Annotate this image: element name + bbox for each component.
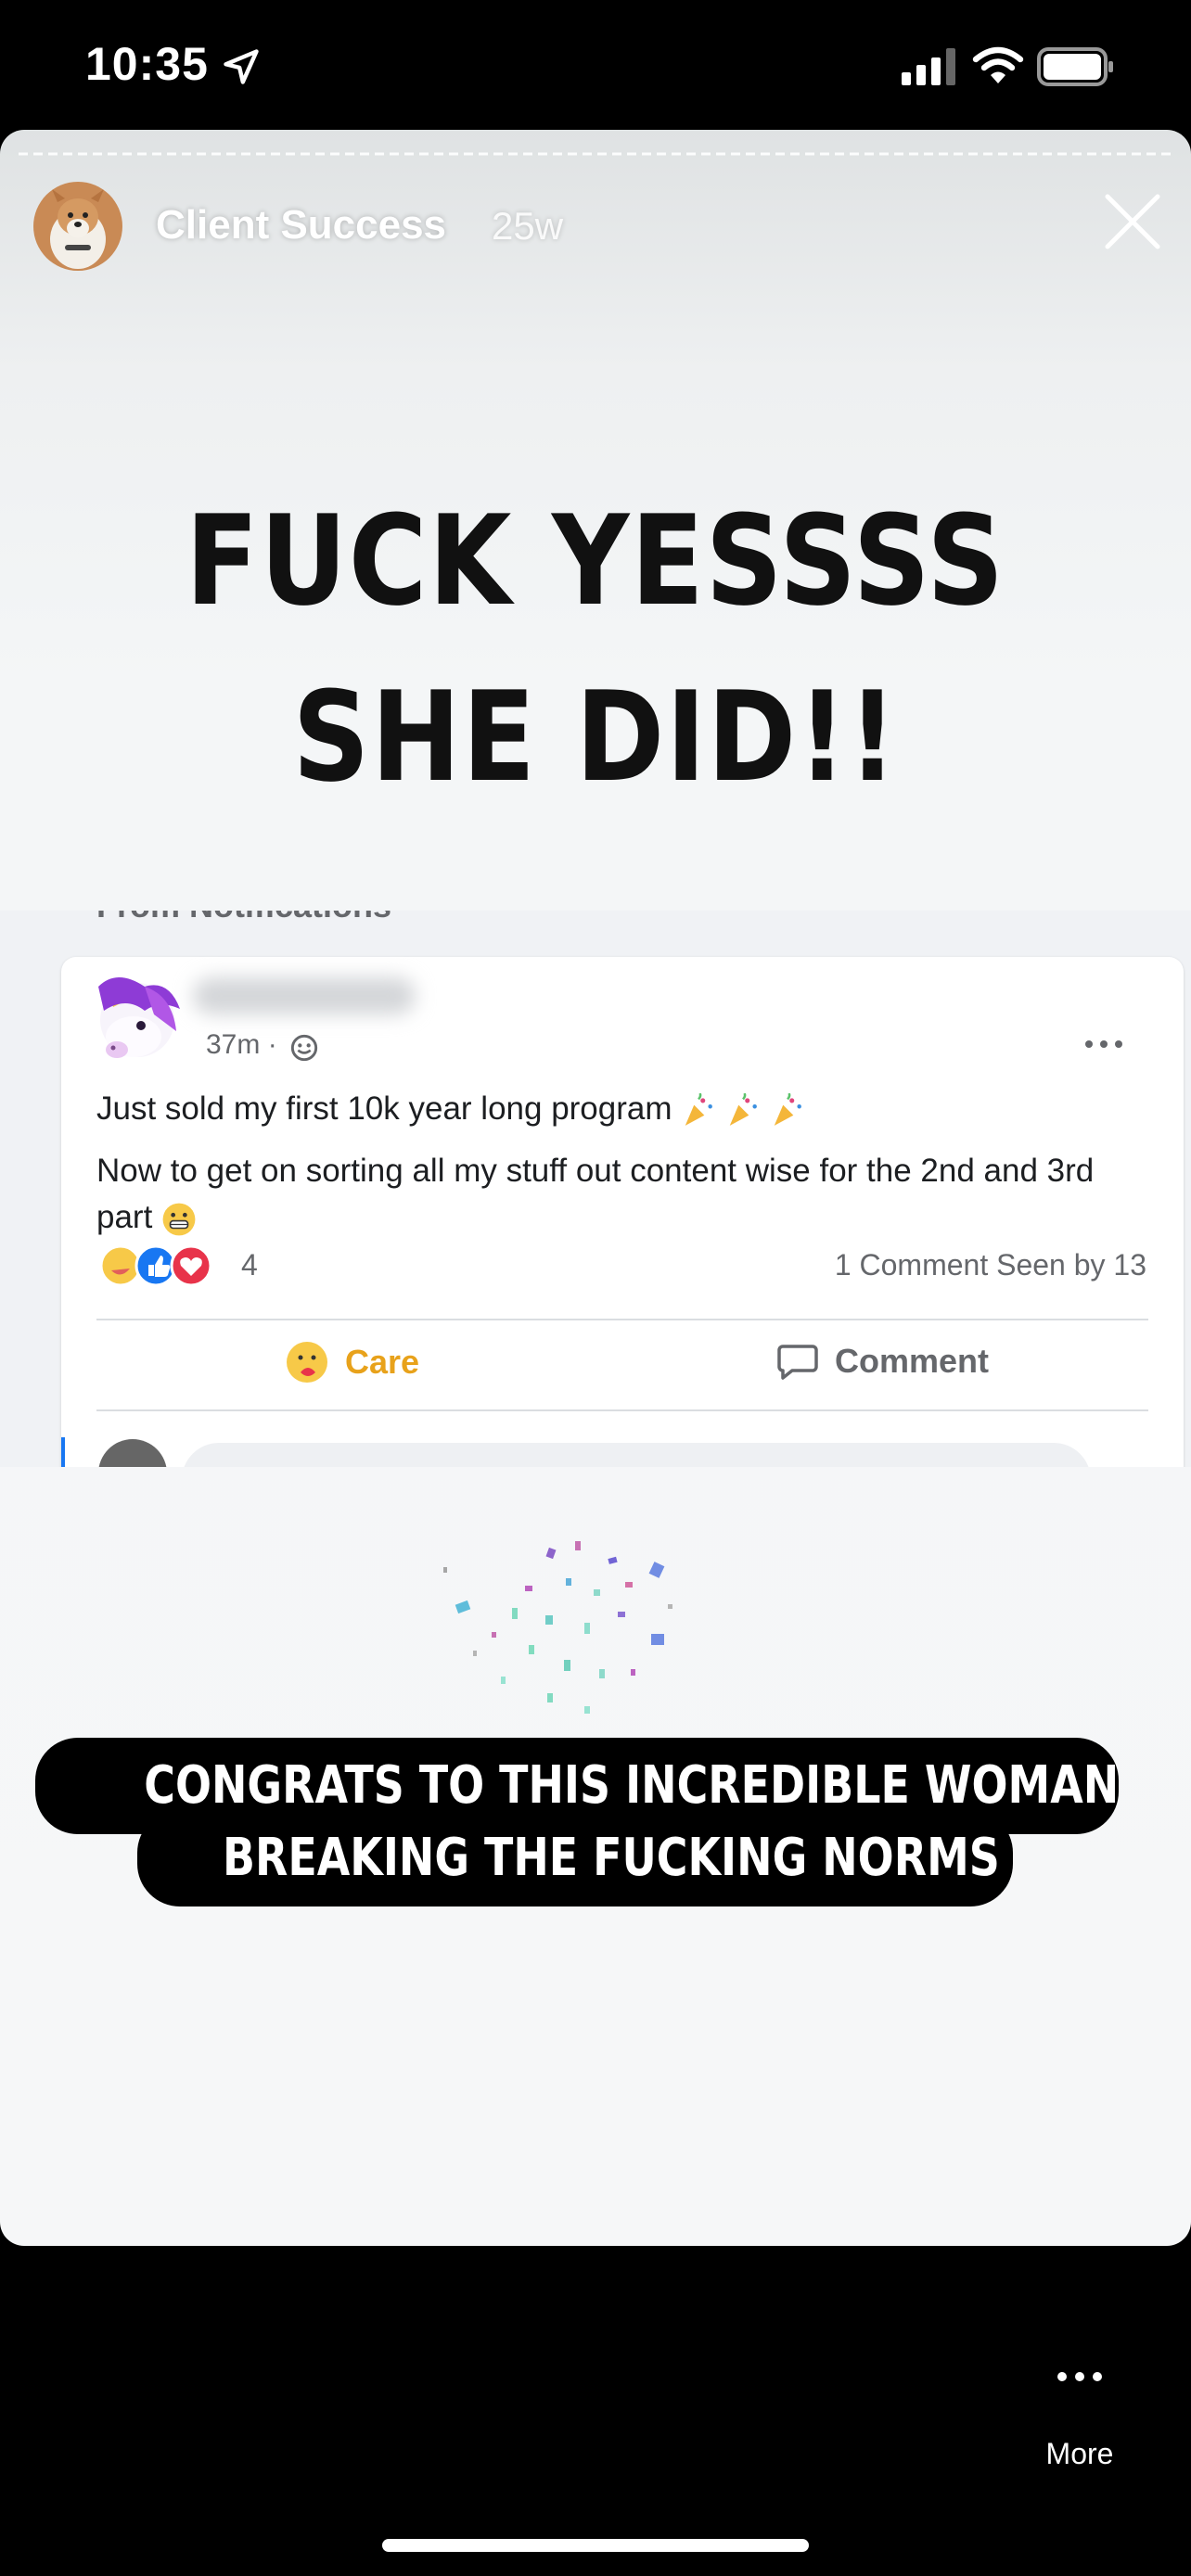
headline-line-2: SHE DID!! [292, 665, 899, 810]
cellular-signal-icon [902, 48, 955, 85]
story-headline: FUCK YESSSS SHE DID!! [83, 473, 1108, 825]
post-text-line-2: Now to get on sorting all my stuff out c… [96, 1148, 1154, 1241]
post-time: 37m · [206, 1029, 277, 1060]
care-icon [287, 1342, 327, 1383]
comment-icon [777, 1345, 818, 1380]
story-username[interactable]: Client Success [156, 202, 446, 249]
status-bar: 10:35 [0, 0, 1191, 130]
party-popper-icon [729, 1092, 757, 1126]
more-label: More [1045, 2437, 1114, 2470]
post-stats[interactable]: 1 Comment Seen by 13 [835, 1248, 1146, 1282]
story-card[interactable]: Client Success 25w FUCK YESSSS SHE DID!!… [0, 130, 1191, 2246]
comment-label: Comment [835, 1342, 990, 1380]
grimacing-face-icon [162, 1203, 196, 1236]
party-popper-icon [774, 1092, 801, 1126]
location-arrow-icon [224, 49, 259, 84]
from-notifications-label: From Notifications [96, 911, 391, 925]
status-time: 10:35 [85, 38, 209, 90]
comment-button[interactable]: Comment [775, 1339, 989, 1384]
divider [96, 1319, 1148, 1320]
post-card: 37m · Just sold my first 10k year long p… [61, 957, 1184, 1467]
more-button[interactable]: More [1033, 2352, 1126, 2481]
post-screenshot: From Notifications 37m · [0, 911, 1191, 1467]
audience-icon [290, 1034, 318, 1062]
comment-bubble [182, 1443, 1091, 1467]
care-label: Care [345, 1343, 420, 1381]
care-button[interactable]: Care [284, 1339, 419, 1385]
story-age: 25w [492, 204, 564, 248]
divider [96, 1409, 1148, 1411]
story-progress-bar [19, 152, 1172, 156]
headline-line-1: FUCK YESSSS [186, 489, 1005, 633]
comment-avatar [98, 1439, 167, 1467]
caption-text-2: BREAKING THE FUCKING NORMS [222, 1828, 1000, 1888]
reactions-icons[interactable] [98, 1243, 228, 1289]
battery-icon [1037, 47, 1113, 86]
close-icon[interactable] [1100, 189, 1165, 254]
post-more-icon[interactable] [1083, 1035, 1124, 1053]
story-avatar[interactable] [33, 182, 122, 271]
party-popper-icon [685, 1092, 713, 1126]
comment-thread-marker [61, 1437, 65, 1467]
wifi-icon [972, 46, 1024, 83]
caption-line-2: BREAKING THE FUCKING NORMS [137, 1810, 1013, 1906]
home-indicator[interactable] [382, 2539, 809, 2552]
post-text-2: Now to get on sorting all my stuff out c… [96, 1153, 1095, 1235]
post-text-1: Just sold my first 10k year long program [96, 1090, 672, 1127]
unicorn-avatar-icon [98, 977, 180, 1058]
confetti-sticker-icon [443, 1541, 672, 1714]
post-text-line-1: Just sold my first 10k year long program [96, 1090, 805, 1129]
more-dots-icon [1057, 2372, 1102, 2381]
blurred-author-name [193, 977, 416, 1014]
reaction-count: 4 [241, 1248, 258, 1282]
